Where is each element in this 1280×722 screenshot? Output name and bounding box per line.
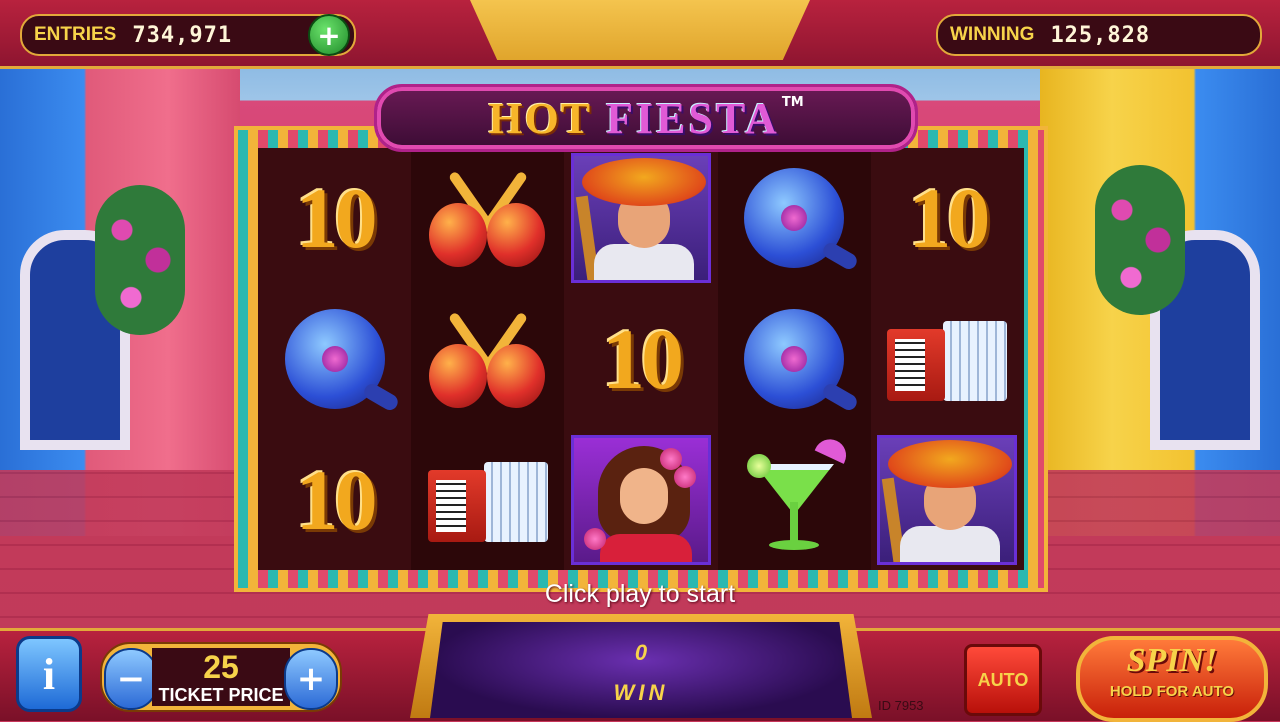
symbol-mariachi	[570, 153, 711, 284]
symbol-ten: 10	[908, 170, 990, 267]
symbol-accordion	[887, 317, 1008, 401]
spin-label: SPIN!	[1126, 642, 1218, 679]
symbol-queen	[744, 308, 845, 409]
ticket-price-label: TICKET PRICE	[158, 685, 284, 705]
reel-grid: 10 10 10 10	[258, 148, 1024, 570]
hanging-flowers-right	[1095, 165, 1185, 315]
reel-cell-r3c3	[564, 429, 717, 570]
ticket-decrease-button[interactable]: −	[104, 648, 158, 710]
spin-button[interactable]: SPIN! HOLD FOR AUTO	[1076, 636, 1268, 722]
ticket-increase-button[interactable]: +	[284, 648, 338, 710]
symbol-accordion	[427, 458, 548, 542]
game-title-logo: HOT FIESTA TM	[374, 84, 918, 152]
reel-cell-r1c2	[411, 148, 565, 289]
top-center-plate	[470, 0, 810, 60]
title-word-fiesta: FIESTA	[606, 93, 780, 143]
reel-cell-r1c5: 10	[871, 148, 1024, 289]
game-id: ID 7953	[878, 698, 924, 713]
entries-panel: ENTRIES 734,971	[20, 14, 356, 56]
symbol-queen	[744, 168, 845, 269]
reel-cell-r3c4	[717, 429, 871, 570]
symbol-senorita	[570, 434, 711, 565]
symbol-maracas	[423, 163, 553, 273]
reel-cell-r3c1: 10	[258, 429, 411, 570]
reel-cell-r2c1	[258, 289, 411, 430]
reel-cell-r2c2	[411, 288, 565, 430]
reel-cell-r2c4	[717, 288, 871, 430]
title-word-hot: HOT	[488, 93, 593, 143]
reel-cell-r1c3	[564, 148, 717, 289]
reel-cell-r3c2	[411, 429, 565, 570]
win-value: 0	[634, 640, 648, 665]
reel-cell-r2c5	[871, 289, 1024, 430]
symbol-queen	[284, 308, 385, 409]
ticket-price-value: 25	[203, 649, 239, 685]
entries-value: 734,971	[132, 22, 233, 48]
reel-cell-r2c3: 10	[564, 289, 717, 430]
hanging-flowers-left	[95, 185, 185, 335]
ticket-price-display: 25 TICKET PRICE	[152, 648, 290, 706]
symbol-ten: 10	[295, 451, 378, 548]
rose-icon	[781, 205, 808, 232]
reels-frame: 10 10 10 10	[234, 126, 1048, 592]
symbol-ten: 10	[601, 310, 684, 407]
symbol-margarita	[739, 433, 852, 560]
spin-sublabel: HOLD FOR AUTO	[1109, 683, 1235, 700]
winning-panel: WINNING 125,828	[936, 14, 1262, 56]
rose-icon	[321, 345, 348, 372]
symbol-mariachi	[877, 434, 1018, 565]
symbol-maracas	[423, 304, 553, 414]
win-label: WIN	[613, 680, 669, 705]
rose-icon	[781, 345, 808, 372]
winning-label: WINNING	[950, 24, 1035, 45]
reel-cell-r1c1: 10	[258, 148, 411, 289]
symbol-ten: 10	[295, 170, 378, 267]
reel-cell-r1c4	[717, 148, 871, 289]
entries-label: ENTRIES	[34, 24, 117, 45]
add-entries-button[interactable]: +	[308, 14, 350, 56]
reel-cell-r3c5	[871, 429, 1024, 570]
winning-value: 125,828	[1050, 22, 1151, 48]
info-button[interactable]: i	[16, 636, 82, 712]
auto-button[interactable]: AUTO	[964, 644, 1042, 716]
ticket-price-control: − 25 TICKET PRICE +	[100, 642, 342, 712]
trademark-mark: TM	[781, 95, 804, 110]
start-prompt: Click play to start	[544, 580, 736, 608]
